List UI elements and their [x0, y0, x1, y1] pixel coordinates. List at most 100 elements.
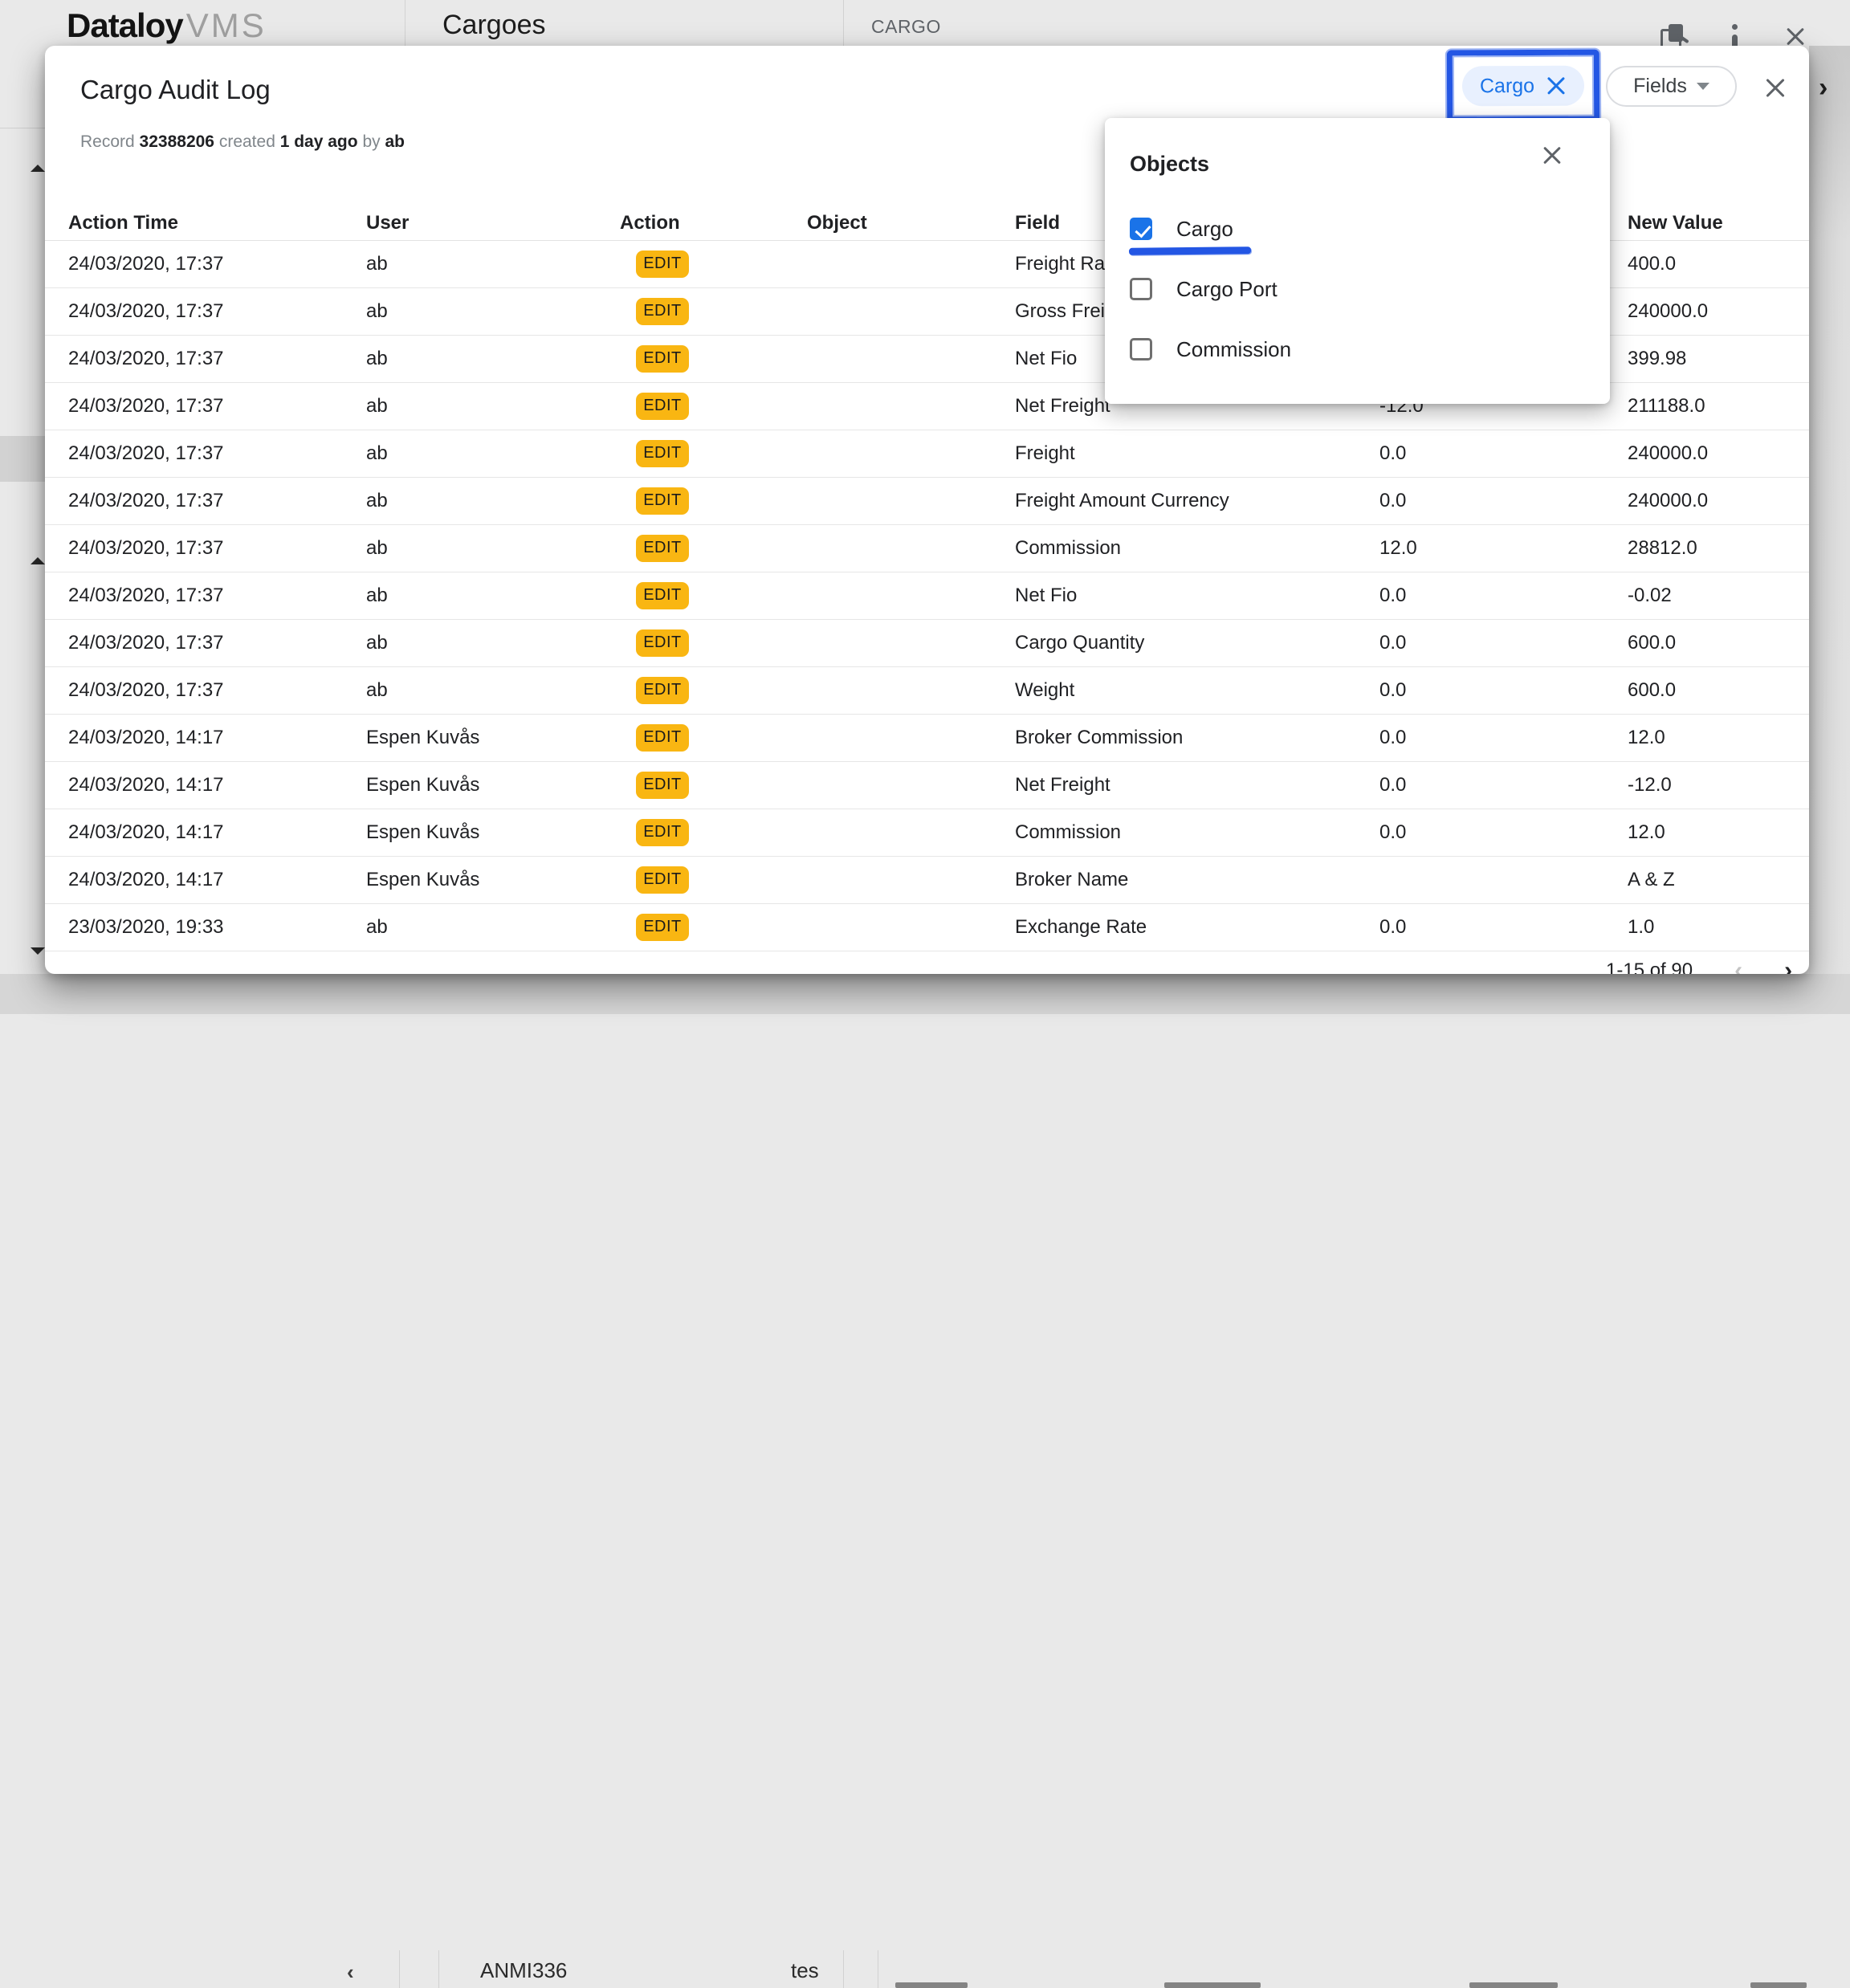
checkbox-icon[interactable] [1130, 278, 1152, 300]
table-row[interactable]: 24/03/2020, 14:17 Espen Kuvås EDIT Broke… [45, 715, 1809, 762]
objects-option[interactable]: Cargo Port [1130, 273, 1277, 305]
scroll-up-icon[interactable] [31, 165, 45, 172]
column-header-new-value[interactable]: New Value [1628, 212, 1809, 234]
cell-action: EDIT [620, 487, 807, 515]
table-row[interactable]: 24/03/2020, 17:37 ab EDIT Freight Amount… [45, 478, 1809, 525]
cell-field: Commission [1015, 821, 1379, 844]
table-row[interactable]: 24/03/2020, 17:37 ab EDIT Commission 12.… [45, 525, 1809, 572]
chip-remove-icon[interactable] [1546, 75, 1567, 96]
table-row[interactable]: 23/03/2020, 19:33 ab EDIT Exchange Rate … [45, 904, 1809, 951]
cargo-filter-chip[interactable]: Cargo [1462, 66, 1584, 107]
edit-badge: EDIT [636, 677, 689, 704]
app-logo: DataloyVMS [67, 6, 267, 45]
popup-close-icon[interactable] [1538, 142, 1566, 169]
column-header-user[interactable]: User [366, 212, 620, 234]
dialog-close-icon[interactable] [1760, 73, 1791, 104]
table-row[interactable]: 24/03/2020, 14:17 Espen Kuvås EDIT Broke… [45, 857, 1809, 904]
cell-user: ab [366, 253, 620, 275]
cell-user: ab [366, 916, 620, 939]
cell-field: Exchange Rate [1015, 916, 1379, 939]
column-header-action-time[interactable]: Action Time [68, 212, 366, 234]
by-label: by [362, 132, 380, 151]
objects-option[interactable]: Commission [1130, 333, 1291, 365]
cell-action-time: 24/03/2020, 14:17 [68, 774, 366, 796]
bottom-row-divider [399, 1950, 400, 1988]
table-row[interactable]: 24/03/2020, 14:17 Espen Kuvås EDIT Commi… [45, 809, 1809, 857]
cell-user: Espen Kuvås [366, 727, 620, 749]
cell-new-value: 240000.0 [1628, 300, 1809, 323]
cell-old-value: 0.0 [1379, 490, 1628, 512]
table-row[interactable]: 24/03/2020, 14:17 Espen Kuvås EDIT Net F… [45, 762, 1809, 809]
record-summary: Record 32388206 created 1 day ago by ab [80, 132, 405, 152]
dialog-title: Cargo Audit Log [80, 75, 271, 105]
edit-badge: EDIT [636, 819, 689, 846]
record-id: 32388206 [140, 132, 214, 151]
edit-badge: EDIT [636, 582, 689, 609]
edit-badge: EDIT [636, 440, 689, 467]
cell-old-value: 0.0 [1379, 916, 1628, 939]
objects-option-label: Cargo [1176, 217, 1233, 242]
scroll-down-icon[interactable] [31, 947, 45, 955]
cell-action-time: 24/03/2020, 17:37 [68, 632, 366, 654]
vessel-code-cell[interactable]: ANMI336 [480, 1958, 567, 1983]
checkbox-icon[interactable] [1130, 338, 1152, 361]
cell-new-value: 1.0 [1628, 916, 1809, 939]
vessel-value-cell[interactable]: tes [791, 1958, 819, 1983]
cell-field: Freight [1015, 442, 1379, 465]
table-row[interactable]: 24/03/2020, 17:37 ab EDIT Cargo Quantity… [45, 620, 1809, 667]
cell-action: EDIT [620, 345, 807, 373]
cell-new-value: 399.98 [1628, 348, 1809, 370]
cell-new-value: 240000.0 [1628, 490, 1809, 512]
clipped-text-fragment [1164, 1982, 1261, 1988]
cell-action-time: 24/03/2020, 14:17 [68, 821, 366, 844]
edit-badge: EDIT [636, 535, 689, 562]
cell-action-time: 24/03/2020, 17:37 [68, 490, 366, 512]
cell-user: ab [366, 537, 620, 560]
background-left-rail [0, 0, 45, 1014]
checkbox-icon[interactable] [1130, 218, 1152, 240]
cell-new-value: 400.0 [1628, 253, 1809, 275]
app-logo-suffix: VMS [186, 6, 267, 44]
cell-new-value: -12.0 [1628, 774, 1809, 796]
cell-old-value: 0.0 [1379, 632, 1628, 654]
table-row[interactable]: 24/03/2020, 17:37 ab EDIT Freight 0.0 24… [45, 430, 1809, 478]
cell-new-value: 240000.0 [1628, 442, 1809, 465]
scroll-up-icon-2[interactable] [31, 557, 45, 564]
cell-new-value: 600.0 [1628, 679, 1809, 702]
objects-option[interactable]: Cargo [1130, 213, 1233, 245]
topbar-divider-2 [843, 0, 844, 46]
chevron-down-icon [1697, 83, 1709, 90]
edit-badge: EDIT [636, 251, 689, 278]
cell-new-value: 28812.0 [1628, 537, 1809, 560]
edit-badge: EDIT [636, 345, 689, 373]
column-header-action[interactable]: Action [620, 212, 807, 234]
cell-new-value: 211188.0 [1628, 395, 1809, 418]
cell-field: Broker Name [1015, 869, 1379, 891]
left-rail-selected-row [0, 436, 45, 482]
pagination-prev-icon[interactable]: ‹ [1734, 957, 1742, 974]
cell-field: Broker Commission [1015, 727, 1379, 749]
cell-action-time: 24/03/2020, 17:37 [68, 300, 366, 323]
fields-dropdown-button[interactable]: Fields [1606, 66, 1737, 107]
cell-action-time: 24/03/2020, 14:17 [68, 869, 366, 891]
column-header-object[interactable]: Object [807, 212, 1015, 234]
expand-panel-chevron-icon[interactable]: › [1819, 74, 1828, 101]
cell-action: EDIT [620, 819, 807, 846]
cell-user: ab [366, 632, 620, 654]
cell-action-time: 24/03/2020, 17:37 [68, 253, 366, 275]
collapse-row-chevron-icon[interactable]: ‹ [347, 1960, 354, 1985]
pagination-next-icon[interactable]: › [1784, 957, 1792, 974]
cell-action-time: 24/03/2020, 17:37 [68, 442, 366, 465]
edit-badge: EDIT [636, 298, 689, 325]
fields-button-label: Fields [1633, 75, 1687, 98]
table-row[interactable]: 24/03/2020, 17:37 ab EDIT Net Fio 0.0 -0… [45, 572, 1809, 620]
app-logo-brand: Dataloy [67, 6, 183, 44]
created-label: created [219, 132, 275, 151]
objects-option-label: Commission [1176, 337, 1291, 362]
cell-action-time: 23/03/2020, 19:33 [68, 916, 366, 939]
chip-label: Cargo [1480, 74, 1534, 97]
table-row[interactable]: 24/03/2020, 17:37 ab EDIT Weight 0.0 600… [45, 667, 1809, 715]
cell-old-value: 0.0 [1379, 774, 1628, 796]
cell-action: EDIT [620, 866, 807, 894]
cell-new-value: 600.0 [1628, 632, 1809, 654]
